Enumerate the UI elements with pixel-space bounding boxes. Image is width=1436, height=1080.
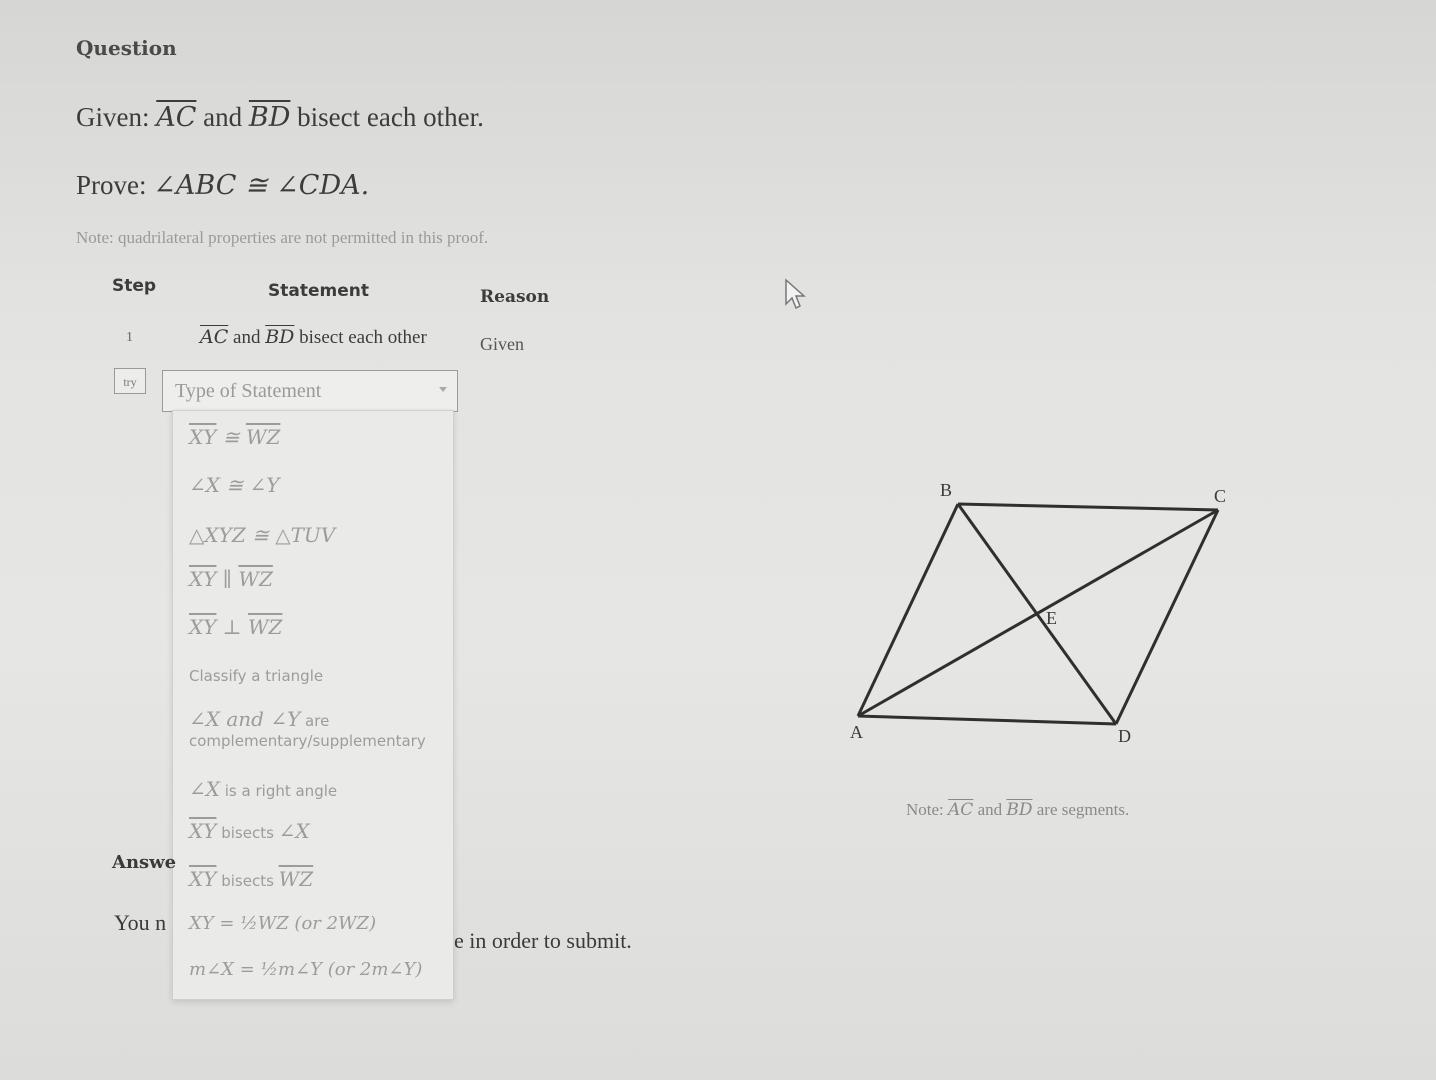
option-seg-b: WZ	[238, 567, 273, 591]
option-operator: ≅	[216, 425, 246, 449]
option-math-a: m∠X =	[189, 959, 261, 980]
option-seg-a: XY	[189, 867, 217, 891]
column-header-reason: Reason	[480, 287, 550, 307]
option-text-line2: complementary/supplementary	[189, 732, 426, 750]
row1-step-number: 1	[126, 330, 133, 345]
figure-note: Note: AC and BD are segments.	[906, 800, 1129, 820]
given-statement: Given: AC and BD bisect each other.	[76, 102, 484, 133]
option-seg-b: WZ	[245, 425, 281, 449]
option-text: are	[300, 712, 330, 730]
option-seg-a: XY	[189, 819, 217, 843]
figure-note-and: and	[973, 800, 1007, 819]
option-perpendicular[interactable]: XY ⊥ WZ	[189, 615, 282, 639]
statement-type-dropdown: XY ≅ WZ ∠X ≅ ∠Y △XYZ ≅ △TUV XY ∥ WZ XY ⊥…	[172, 410, 454, 1000]
option-congruent-angles[interactable]: ∠X ≅ ∠Y	[189, 473, 279, 497]
submit-note-end: e in order to submit.	[454, 928, 632, 953]
segment-ac: AC	[156, 102, 197, 133]
row1-segment-ac: AC	[200, 326, 229, 348]
option-right-angle[interactable]: ∠X is a right angle	[189, 777, 337, 802]
option-math-a: XY =	[189, 913, 241, 934]
option-fraction: ½	[240, 913, 258, 934]
submit-note-start: You n	[114, 910, 167, 935]
chevron-down-icon	[439, 387, 447, 392]
given-prefix: Given:	[76, 102, 157, 132]
option-seg-a: XY	[189, 425, 217, 449]
option-bisects-angle[interactable]: XY bisects ∠X	[189, 819, 310, 844]
figure-note-prefix: Note:	[906, 800, 949, 819]
segment-cd	[1114, 509, 1220, 725]
option-seg-a: XY	[189, 615, 217, 639]
option-text: bisects	[216, 872, 279, 890]
given-suffix: bisect each other.	[290, 102, 484, 132]
option-congruent-segments[interactable]: XY ≅ WZ	[189, 425, 280, 449]
segment-bc	[957, 502, 1219, 512]
row1-suffix: bisect each other	[294, 327, 427, 348]
diagonal-bd	[956, 503, 1118, 725]
point-label-e: E	[1046, 608, 1057, 628]
option-seg-b: WZ	[247, 615, 283, 639]
option-math-b: WZ (or 2WZ)	[257, 913, 377, 934]
option-math-b: m∠Y (or 2m∠Y)	[277, 959, 423, 980]
option-bisects-segment[interactable]: XY bisects WZ	[189, 867, 313, 892]
point-label-a: A	[850, 722, 863, 742]
option-math: ∠X	[189, 777, 220, 801]
prove-prefix: Prove:	[76, 170, 154, 200]
point-label-c: C	[1214, 486, 1226, 506]
figure-note-suffix: are segments.	[1032, 800, 1130, 819]
row1-and: and	[228, 327, 266, 348]
row1-statement: AC and BD bisect each other	[200, 326, 427, 349]
mouse-cursor-icon	[785, 278, 806, 310]
option-seg-a: XY	[189, 567, 217, 591]
option-complementary-supplementary[interactable]: ∠X and ∠Y are complementary/supplementar…	[189, 707, 426, 750]
parallelogram-figure: B C E A D	[850, 480, 1226, 746]
segment-ab	[856, 503, 960, 717]
option-half-angle[interactable]: m∠X = ½m∠Y (or 2m∠Y)	[189, 959, 422, 980]
option-math: ∠X and ∠Y	[189, 707, 301, 731]
figure-note-segment-bd: BD	[1006, 800, 1033, 820]
prove-statement: Prove: ∠ABC ≅ ∠CDA.	[76, 170, 369, 201]
row1-segment-bd: BD	[265, 326, 295, 348]
option-operator: ⊥	[216, 615, 248, 639]
select-placeholder: Type of Statement	[175, 380, 322, 402]
option-text: is a right angle	[220, 782, 338, 800]
row1-reason: Given	[480, 334, 524, 354]
figure-note-segment-ac: AC	[948, 800, 974, 820]
answer-label: Answe	[112, 852, 177, 873]
option-operator: ∥	[216, 567, 239, 591]
point-label-d: D	[1118, 726, 1131, 746]
proof-note: Note: quadrilateral properties are not p…	[76, 228, 489, 247]
option-angle: ∠X	[278, 819, 310, 843]
option-seg-b: WZ	[278, 867, 314, 891]
column-header-statement: Statement	[268, 281, 369, 301]
given-and: and	[196, 102, 249, 132]
prove-math: ∠ABC ≅ ∠CDA.	[153, 170, 370, 201]
column-header-step: Step	[112, 276, 157, 296]
segment-bd: BD	[248, 102, 291, 133]
option-text: bisects	[216, 824, 279, 842]
option-fraction: ½	[260, 959, 278, 980]
option-parallel[interactable]: XY ∥ WZ	[189, 567, 273, 591]
statement-type-select[interactable]: Type of Statement	[162, 370, 458, 412]
option-congruent-triangles[interactable]: △XYZ ≅ △TUV	[189, 523, 335, 547]
option-classify-triangle[interactable]: Classify a triangle	[189, 667, 323, 685]
option-half-length[interactable]: XY = ½WZ (or 2WZ)	[189, 913, 376, 934]
point-label-b: B	[940, 480, 952, 500]
try-button[interactable]: try	[114, 368, 146, 394]
question-heading: Question	[76, 36, 177, 60]
segment-da	[857, 714, 1117, 726]
